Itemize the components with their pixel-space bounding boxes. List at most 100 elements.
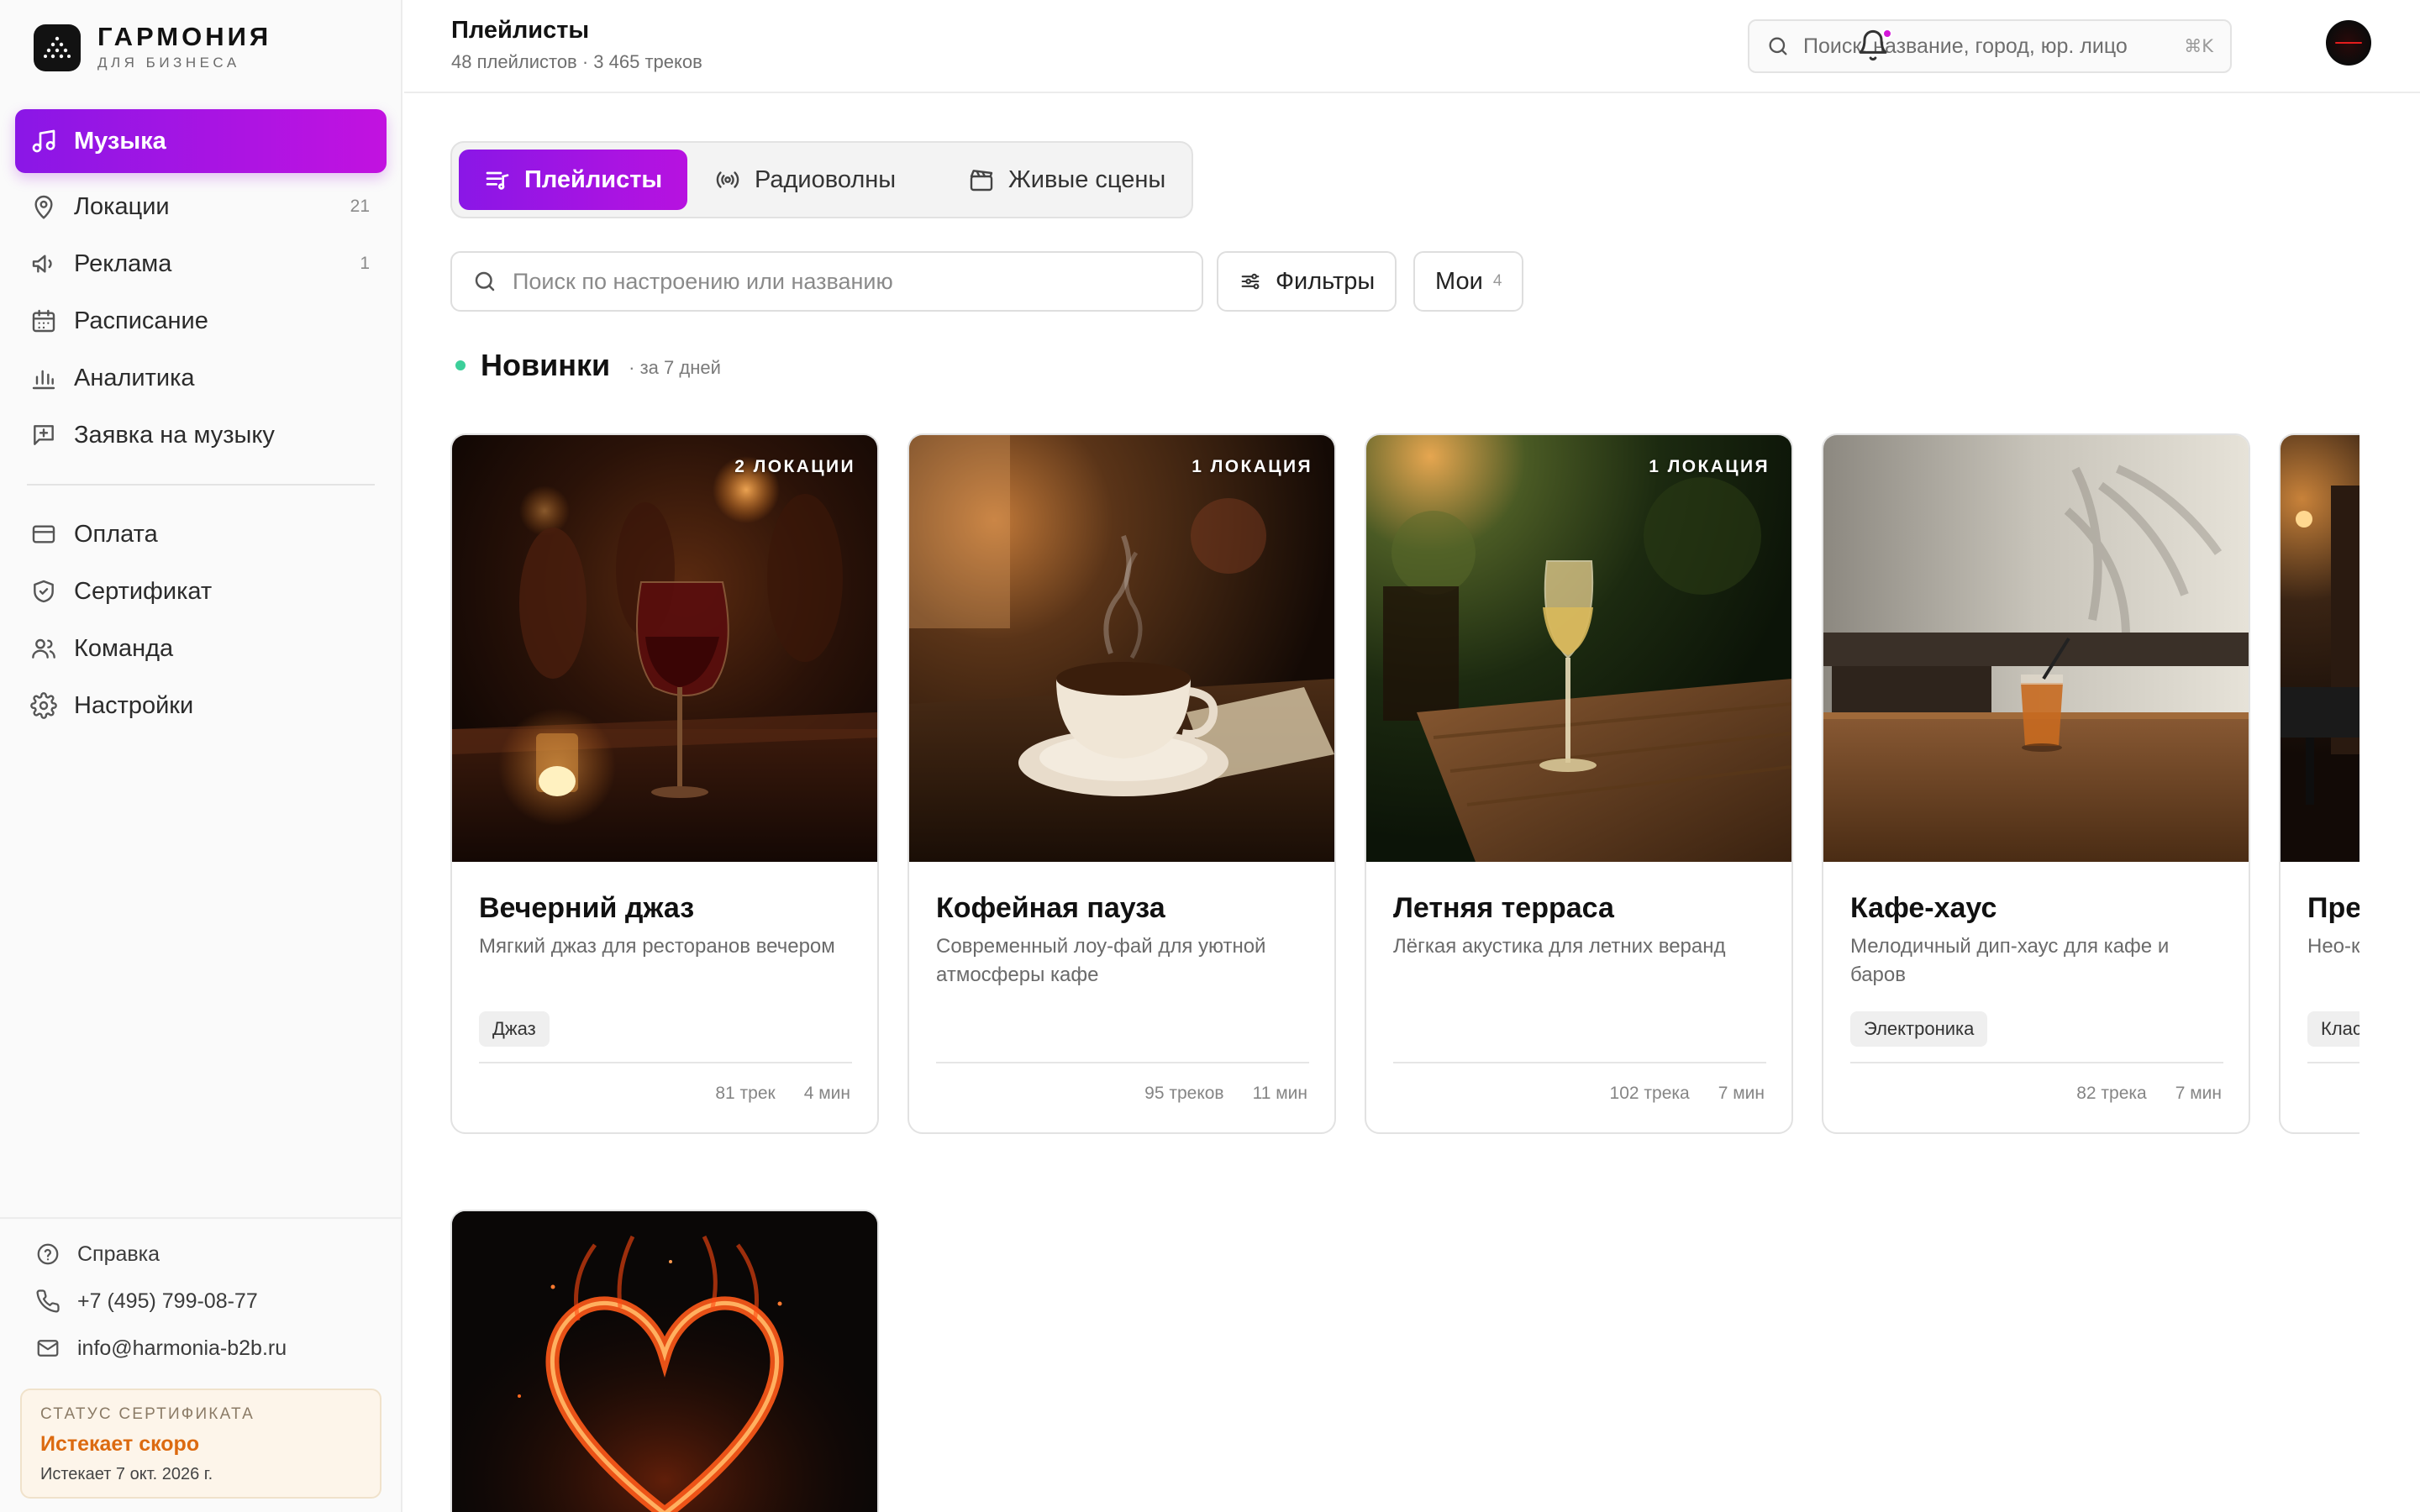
duration: 7 мин <box>1718 1084 1765 1103</box>
help-label: Справка <box>77 1242 160 1266</box>
playlist-cover-image: 2 ЛОКАЦИИ <box>452 435 877 862</box>
help-circle-icon <box>37 1243 59 1265</box>
credit-card-icon <box>32 525 55 543</box>
playlist-card[interactable]: 2 ЛОКАЦИИ Вечерний джаз Мягкий джаз для … <box>450 433 879 1134</box>
sidebar-item-label: Команда <box>74 634 174 662</box>
sidebar-item-settings[interactable]: Настройки <box>15 677 387 734</box>
playlist-meta: 95 треков 11 мин <box>1144 1084 1307 1104</box>
playlist-title: Пре <box>2307 892 2360 924</box>
duration: 7 мин <box>2175 1084 2222 1103</box>
sidebar-item-music-request[interactable]: Заявка на музыку <box>15 407 387 464</box>
certificate-status-title: СТАТУС СЕРТИФИКАТА <box>40 1405 255 1423</box>
certificate-status-card[interactable]: СТАТУС СЕРТИФИКАТА Истекает скоро Истека… <box>20 1389 381 1499</box>
brand-name: ГАРМОНИЯ <box>97 22 272 51</box>
playlist-card[interactable]: 1 ЛОКАЦИЯ Кофейная пауза Современный лоу… <box>908 433 1336 1134</box>
sidebar-item-team[interactable]: Команда <box>15 620 387 677</box>
mine-button[interactable]: Мои 4 <box>1413 251 1524 312</box>
track-count: 102 трека <box>1609 1084 1690 1103</box>
sidebar-item-locations[interactable]: Локации 21 <box>15 178 387 235</box>
sidebar-item-label: Заявка на музыку <box>74 421 275 449</box>
playlist-card[interactable]: Кафе-хаус Мелодичный дип-хаус для кафе и… <box>1822 433 2250 1134</box>
tab-label: Живые сцены <box>1008 165 1166 193</box>
sidebar-item-label: Сертификат <box>74 577 213 605</box>
card-divider <box>1393 1062 1766 1063</box>
page-title: Плейлисты <box>451 17 590 44</box>
playlist-card[interactable] <box>450 1210 879 1512</box>
section-new: Новинки · за 7 дней <box>455 348 721 383</box>
help-link[interactable]: Справка <box>35 1242 160 1267</box>
sidebar-item-count: 1 <box>360 254 370 273</box>
sidebar-item-ads[interactable]: Реклама 1 <box>15 235 387 292</box>
playlist-search-input[interactable] <box>513 268 1181 295</box>
certificate-status-value: Истекает скоро <box>40 1432 200 1456</box>
track-count: 81 трек <box>715 1084 776 1103</box>
card-divider <box>479 1062 852 1063</box>
duration: 4 мин <box>803 1084 850 1103</box>
playlist-cover-image <box>1823 435 2249 862</box>
location-pin-icon <box>34 195 53 219</box>
brand-logo-icon <box>34 24 81 71</box>
bar-chart-icon <box>32 370 55 390</box>
playlist-cover-image <box>452 1211 877 1512</box>
tab-playlists[interactable]: Плейлисты <box>459 150 688 210</box>
playlist-title: Летняя терраса <box>1393 892 1614 924</box>
card-divider <box>2307 1062 2360 1063</box>
sidebar-item-music[interactable]: Музыка <box>15 109 387 173</box>
genre-tag[interactable]: Электроника <box>1850 1011 1988 1047</box>
music-note-icon <box>32 129 55 153</box>
shield-check-icon <box>34 580 54 603</box>
gear-icon <box>30 692 57 719</box>
phone-link[interactable]: +7 (495) 799-08-77 <box>35 1289 258 1314</box>
mine-label: Мои <box>1435 267 1483 295</box>
sidebar-item-label: Расписание <box>74 307 208 334</box>
global-search[interactable]: ⌘K <box>1748 19 2232 73</box>
content-type-tabs: Плейлисты Радиоволны Живые сцены <box>450 141 1193 218</box>
playlist-card[interactable]: Пре Нео-к преми Клас <box>2279 433 2360 1134</box>
sidebar-item-label: Реклама <box>74 249 172 277</box>
page-subtitle: 48 плейлистов · 3 465 треков <box>451 51 702 72</box>
section-title: Новинки <box>481 348 611 382</box>
sidebar-item-label: Настройки <box>74 691 194 719</box>
calendar-icon <box>32 309 55 333</box>
sidebar-item-analytics[interactable]: Аналитика <box>15 349 387 407</box>
track-count: 82 трека <box>2076 1084 2147 1103</box>
avatar[interactable] <box>2326 20 2371 66</box>
playlist-card[interactable]: 1 ЛОКАЦИЯ Летняя терраса Лёгкая акустика… <box>1365 433 1793 1134</box>
search-shortcut-hint: ⌘K <box>2184 36 2213 56</box>
email-link[interactable]: info@harmonia-b2b.ru <box>35 1336 287 1361</box>
section-subtitle: · за 7 дней <box>629 357 721 378</box>
new-indicator-dot <box>455 360 466 370</box>
playlist-meta: 82 трека 7 мин <box>2076 1084 2222 1104</box>
certificate-expiry-date: Истекает 7 окт. 2026 г. <box>40 1465 213 1483</box>
filters-button[interactable]: Фильтры <box>1217 251 1397 312</box>
genre-tag[interactable]: Клас <box>2307 1011 2360 1047</box>
megaphone-icon <box>32 255 52 273</box>
playlist-search[interactable] <box>450 251 1203 312</box>
playlist-title: Кафе-хаус <box>1850 892 1997 924</box>
request-icon <box>34 425 54 445</box>
brand[interactable]: ГАРМОНИЯ ДЛЯ БИЗНЕСА <box>34 22 271 74</box>
sidebar-item-certificate[interactable]: Сертификат <box>15 563 387 620</box>
sidebar-item-payment[interactable]: Оплата <box>15 506 387 563</box>
phone-number: +7 (495) 799-08-77 <box>77 1289 258 1313</box>
tab-radio[interactable]: Радиоволны <box>689 150 921 210</box>
tab-label: Радиоволны <box>755 165 897 193</box>
sidebar-item-label: Оплата <box>74 520 158 548</box>
tab-label: Плейлисты <box>524 165 663 193</box>
phone-icon <box>36 1289 60 1313</box>
tab-live-scenes[interactable]: Живые сцены <box>943 150 1191 210</box>
sidebar-item-schedule[interactable]: Расписание <box>15 292 387 349</box>
users-icon <box>32 638 55 659</box>
genre-tag[interactable]: Джаз <box>479 1011 550 1047</box>
locations-badge: 1 ЛОКАЦИЯ <box>1649 457 1770 476</box>
playlist-meta: 102 трека 7 мин <box>1610 1084 1765 1104</box>
sidebar-nav: Музыка Локации 21 Реклама 1 Расписание А… <box>15 109 387 734</box>
clapperboard-icon <box>970 170 993 192</box>
sidebar-item-count: 21 <box>350 197 370 216</box>
sidebar: ГАРМОНИЯ ДЛЯ БИЗНЕСА Музыка Локации 21 Р… <box>0 0 402 1512</box>
playlist-title: Вечерний джаз <box>479 892 695 924</box>
sidebar-footer-divider <box>0 1217 401 1219</box>
playlist-title: Кофейная пауза <box>936 892 1165 924</box>
playlist-cover-image: 1 ЛОКАЦИЯ <box>1366 435 1791 862</box>
playlist-description: Мягкий джаз для ресторанов вечером <box>479 935 835 958</box>
